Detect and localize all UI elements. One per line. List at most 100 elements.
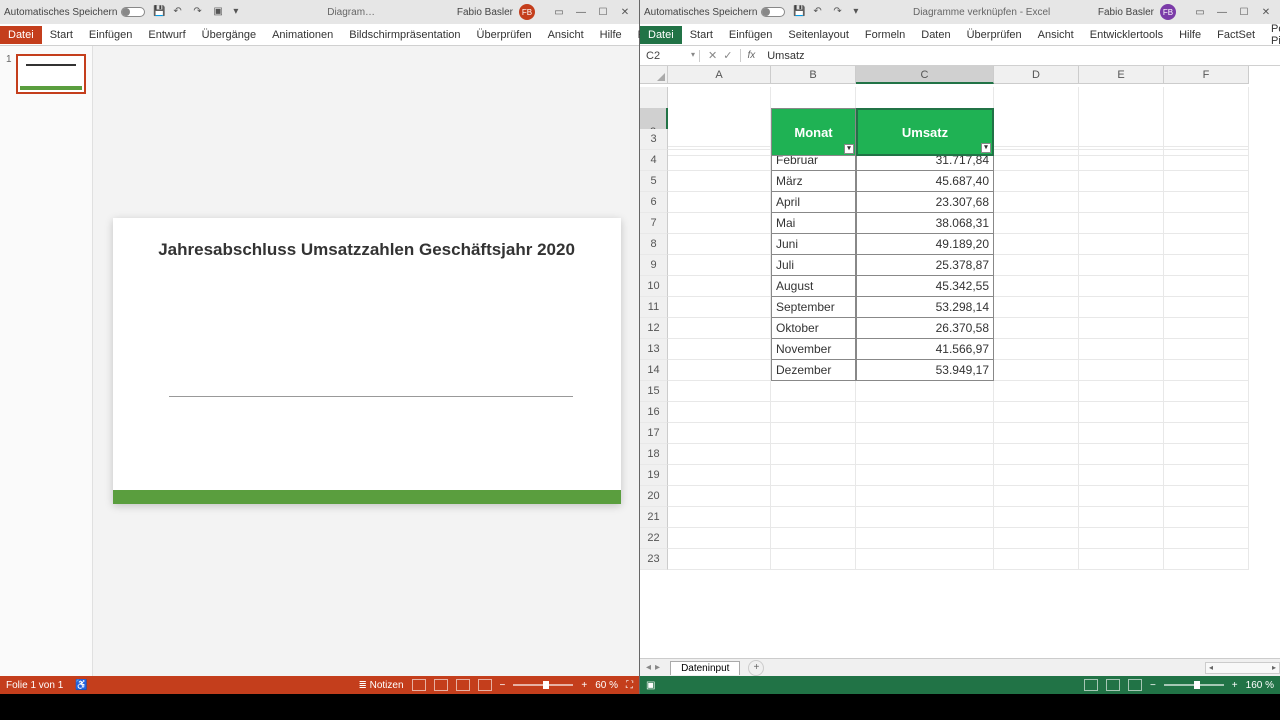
cell[interactable]	[668, 150, 771, 171]
cell[interactable]	[1164, 381, 1249, 402]
cell[interactable]	[1164, 507, 1249, 528]
table-header-monat[interactable]: Monat▾	[771, 108, 856, 156]
cell[interactable]	[668, 192, 771, 213]
zoom-in-icon[interactable]: +	[1232, 680, 1238, 691]
cell[interactable]	[668, 465, 771, 486]
cell[interactable]	[1164, 276, 1249, 297]
tab-ansicht[interactable]: Ansicht	[540, 26, 592, 44]
row-header-11[interactable]: 11	[640, 297, 668, 318]
cell[interactable]	[994, 150, 1079, 171]
zoom-level[interactable]: 60 %	[595, 680, 618, 691]
cell[interactable]	[856, 381, 994, 402]
cell[interactable]	[994, 402, 1079, 423]
cell[interactable]	[771, 486, 856, 507]
cell[interactable]	[994, 255, 1079, 276]
cell[interactable]	[994, 213, 1079, 234]
cell[interactable]	[994, 507, 1079, 528]
cell[interactable]	[1079, 549, 1164, 570]
cell-month[interactable]: September	[771, 297, 856, 318]
formula-input[interactable]: Umsatz	[761, 50, 1280, 62]
tab-ueberpruefen[interactable]: Überprüfen	[959, 26, 1030, 44]
minimize-icon[interactable]: —	[1212, 5, 1232, 19]
accessibility-icon[interactable]: ♿	[75, 680, 87, 691]
ppt-user-badge[interactable]: FB	[519, 4, 535, 20]
cell[interactable]	[668, 549, 771, 570]
cell[interactable]	[1164, 129, 1249, 150]
cell[interactable]	[1164, 150, 1249, 171]
tab-entwurf[interactable]: Entwurf	[140, 26, 193, 44]
fx-icon[interactable]: fx	[741, 50, 761, 61]
row-header-7[interactable]: 7	[640, 213, 668, 234]
col-header-B[interactable]: B	[771, 66, 856, 84]
cell[interactable]	[668, 276, 771, 297]
cell[interactable]	[994, 276, 1079, 297]
cell[interactable]	[668, 234, 771, 255]
cell[interactable]	[1164, 339, 1249, 360]
cell[interactable]	[1079, 465, 1164, 486]
row-header-13[interactable]: 13	[640, 339, 668, 360]
cell[interactable]	[1164, 234, 1249, 255]
cell[interactable]	[1164, 192, 1249, 213]
cell[interactable]	[1164, 465, 1249, 486]
maximize-icon[interactable]: ☐	[593, 5, 613, 19]
cell[interactable]	[1079, 528, 1164, 549]
sheet-tab-dateninput[interactable]: Dateninput	[670, 661, 740, 675]
cell[interactable]	[856, 402, 994, 423]
cell-umsatz[interactable]: 41.566,97	[856, 339, 994, 360]
tab-entwicklertools[interactable]: Entwicklertools	[1082, 26, 1171, 44]
normal-view-icon[interactable]	[412, 679, 426, 691]
col-header-F[interactable]: F	[1164, 66, 1249, 84]
row-header-16[interactable]: 16	[640, 402, 668, 423]
slide-thumb-1[interactable]	[16, 54, 86, 94]
cell[interactable]	[668, 423, 771, 444]
cell[interactable]	[668, 297, 771, 318]
cell[interactable]	[668, 507, 771, 528]
cell[interactable]	[771, 444, 856, 465]
tab-einfuegen[interactable]: Einfügen	[721, 26, 780, 44]
cell[interactable]	[1079, 129, 1164, 150]
name-box[interactable]: C2	[640, 50, 700, 62]
row-header-19[interactable]: 19	[640, 465, 668, 486]
cell[interactable]	[856, 465, 994, 486]
cell-month[interactable]: März	[771, 171, 856, 192]
cell[interactable]	[668, 213, 771, 234]
record-macro-icon[interactable]: ▣	[646, 680, 655, 691]
cell[interactable]	[1079, 423, 1164, 444]
cell[interactable]	[771, 465, 856, 486]
cell-umsatz[interactable]: 25.378,87	[856, 255, 994, 276]
cell[interactable]	[668, 360, 771, 381]
cancel-formula-icon[interactable]: ✕	[708, 49, 717, 62]
row-header-12[interactable]: 12	[640, 318, 668, 339]
slide-title[interactable]: Jahresabschluss Umsatzzahlen Geschäftsja…	[113, 240, 621, 260]
cell[interactable]	[1079, 507, 1164, 528]
cell[interactable]	[856, 528, 994, 549]
tab-hilfe[interactable]: Hilfe	[592, 26, 630, 44]
cell[interactable]	[1079, 234, 1164, 255]
slide-canvas[interactable]: Jahresabschluss Umsatzzahlen Geschäftsja…	[93, 46, 641, 676]
ribbon-collapse-icon[interactable]: ▭	[549, 5, 569, 19]
undo-icon[interactable]: ↶	[173, 6, 185, 18]
tab-scroll-right-icon[interactable]: ▸	[655, 662, 660, 673]
slide[interactable]: Jahresabschluss Umsatzzahlen Geschäftsja…	[113, 218, 621, 504]
reading-view-icon[interactable]	[456, 679, 470, 691]
filter-icon[interactable]: ▾	[844, 144, 854, 154]
cell[interactable]	[771, 402, 856, 423]
cell[interactable]	[668, 381, 771, 402]
col-header-E[interactable]: E	[1079, 66, 1164, 84]
cell[interactable]	[1079, 171, 1164, 192]
tab-powerpivot[interactable]: Power Pivot	[1263, 20, 1280, 50]
cell[interactable]	[668, 129, 771, 150]
cell-month[interactable]: Dezember	[771, 360, 856, 381]
cell[interactable]	[668, 486, 771, 507]
tab-praesentation[interactable]: Bildschirmpräsentation	[341, 26, 468, 44]
cell[interactable]	[994, 423, 1079, 444]
select-all-corner[interactable]	[640, 66, 668, 84]
row-header-18[interactable]: 18	[640, 444, 668, 465]
cell[interactable]	[994, 171, 1079, 192]
cell[interactable]	[994, 486, 1079, 507]
worksheet[interactable]: ABCDEF12Monat▾Umsatz▾3Januar26.628,694Fe…	[640, 66, 1280, 658]
ribbon-collapse-icon[interactable]: ▭	[1190, 5, 1210, 19]
row-header-22[interactable]: 22	[640, 528, 668, 549]
cell[interactable]	[994, 381, 1079, 402]
cell[interactable]	[771, 381, 856, 402]
